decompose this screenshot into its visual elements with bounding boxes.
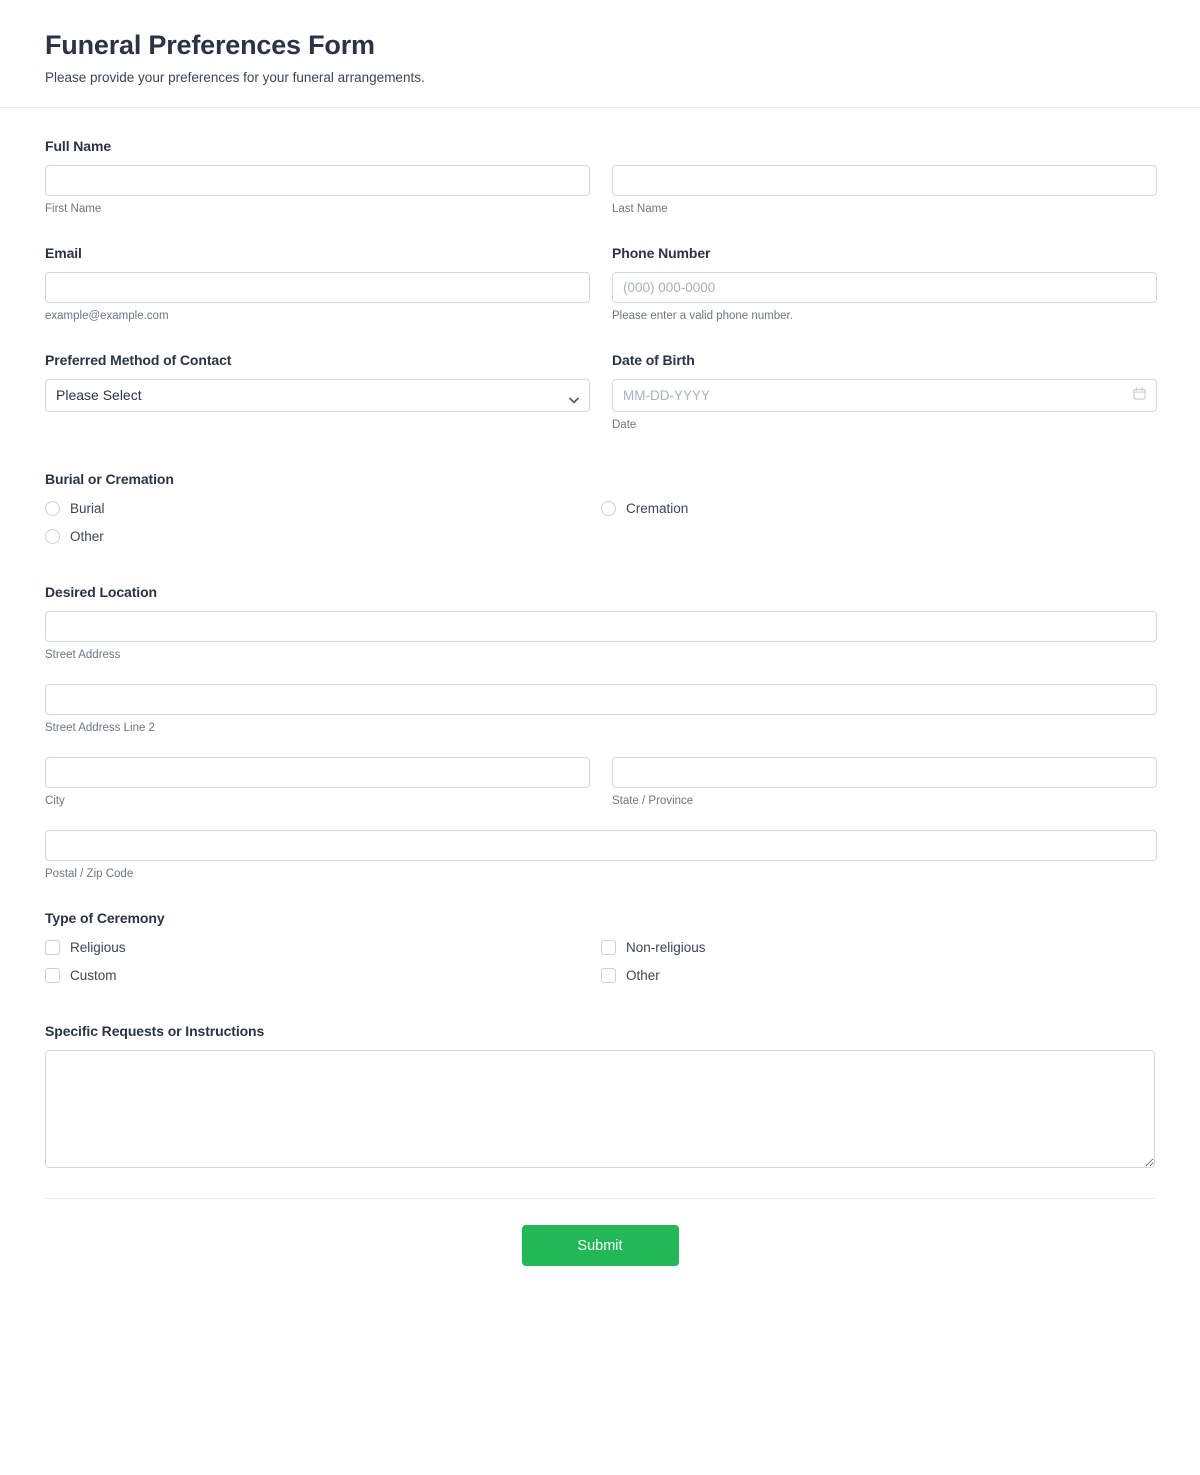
checkbox-label: Non-religious bbox=[626, 939, 706, 955]
checkbox-option-custom[interactable]: Custom bbox=[45, 965, 601, 985]
phone-input[interactable] bbox=[612, 272, 1157, 303]
checkbox-label: Custom bbox=[70, 967, 117, 983]
phone-sublabel: Please enter a valid phone number. bbox=[612, 310, 793, 322]
checkbox-option-non-religious[interactable]: Non-religious bbox=[601, 937, 1157, 957]
checkbox-option-religious[interactable]: Religious bbox=[45, 937, 601, 957]
checkbox-icon[interactable] bbox=[45, 939, 60, 955]
first-name-group: First Name bbox=[45, 165, 590, 215]
field-desired-location: Desired Location Street Address Street A… bbox=[45, 584, 1157, 880]
postal-group: Postal / Zip Code bbox=[45, 830, 1157, 880]
checkbox-label: Religious bbox=[70, 939, 126, 955]
state-group: State / Province bbox=[612, 757, 1157, 807]
radio-option-burial[interactable]: Burial bbox=[45, 498, 601, 518]
date-of-birth-label: Date of Birth bbox=[612, 352, 695, 368]
email-phone-row: Email example@example.com Phone Number P… bbox=[45, 245, 1157, 322]
field-full-name: Full Name First Name Last Name bbox=[45, 138, 1157, 215]
phone-label: Phone Number bbox=[612, 245, 711, 261]
date-of-birth-sublabel: Date bbox=[612, 419, 637, 431]
radio-label: Other bbox=[70, 528, 104, 544]
field-date-of-birth: Date of Birth Date bbox=[612, 352, 1157, 431]
email-label: Email bbox=[45, 245, 82, 261]
field-email: Email example@example.com bbox=[45, 245, 590, 322]
ceremony-type-label: Type of Ceremony bbox=[45, 910, 165, 926]
email-sublabel: example@example.com bbox=[45, 310, 169, 322]
full-name-row: First Name Last Name bbox=[45, 165, 1157, 215]
field-contact-method: Preferred Method of Contact Please Selec… bbox=[45, 352, 590, 431]
specific-requests-label: Specific Requests or Instructions bbox=[45, 1023, 265, 1039]
field-ceremony-type: Type of Ceremony Religious Non-religious… bbox=[45, 910, 1155, 993]
form-header: Funeral Preferences Form Please provide … bbox=[0, 0, 1200, 108]
street-address-group: Street Address bbox=[45, 611, 1157, 661]
radio-icon[interactable] bbox=[601, 500, 616, 516]
field-specific-requests: Specific Requests or Instructions bbox=[45, 1023, 1155, 1168]
field-burial-or-cremation: Burial or Cremation Burial Cremation Oth… bbox=[45, 471, 1155, 554]
contact-method-select[interactable]: Please Select bbox=[45, 379, 590, 412]
submit-button[interactable]: Submit bbox=[521, 1225, 679, 1266]
city-input[interactable] bbox=[45, 757, 590, 788]
checkbox-icon[interactable] bbox=[45, 967, 60, 983]
full-name-label: Full Name bbox=[45, 138, 112, 154]
checkbox-icon[interactable] bbox=[601, 939, 616, 955]
desired-location-label: Desired Location bbox=[45, 584, 157, 600]
postal-code-input[interactable] bbox=[45, 830, 1157, 861]
form-body: Full Name First Name Last Name Email exa… bbox=[0, 108, 1200, 1266]
street-address-sublabel: Street Address bbox=[45, 649, 121, 661]
radio-option-cremation[interactable]: Cremation bbox=[601, 498, 1157, 518]
checkbox-option-other[interactable]: Other bbox=[601, 965, 1157, 985]
state-sublabel: State / Province bbox=[612, 795, 694, 807]
street-address-2-group: Street Address Line 2 bbox=[45, 684, 1157, 734]
field-phone: Phone Number Please enter a valid phone … bbox=[612, 245, 1157, 322]
street-address-2-input[interactable] bbox=[45, 684, 1157, 715]
contact-method-label: Preferred Method of Contact bbox=[45, 352, 232, 368]
specific-requests-textarea[interactable] bbox=[45, 1050, 1155, 1168]
city-group: City bbox=[45, 757, 590, 807]
first-name-input[interactable] bbox=[45, 165, 590, 196]
city-sublabel: City bbox=[45, 795, 65, 807]
postal-code-sublabel: Postal / Zip Code bbox=[45, 868, 134, 880]
form-footer: Submit bbox=[45, 1198, 1155, 1266]
last-name-sublabel: Last Name bbox=[612, 203, 668, 215]
street-address-2-sublabel: Street Address Line 2 bbox=[45, 722, 155, 734]
street-address-input[interactable] bbox=[45, 611, 1157, 642]
state-input[interactable] bbox=[612, 757, 1157, 788]
form-page: Funeral Preferences Form Please provide … bbox=[0, 0, 1200, 1266]
city-state-row: City State / Province bbox=[45, 757, 1157, 807]
ceremony-type-options: Religious Non-religious Custom Other bbox=[45, 937, 1157, 993]
radio-icon[interactable] bbox=[45, 500, 60, 516]
page-subtitle: Please provide your preferences for your… bbox=[45, 70, 425, 85]
checkbox-label: Other bbox=[626, 967, 660, 983]
page-title: Funeral Preferences Form bbox=[45, 30, 375, 60]
last-name-input[interactable] bbox=[612, 165, 1157, 196]
radio-label: Cremation bbox=[626, 500, 689, 516]
burial-or-cremation-options: Burial Cremation Other bbox=[45, 498, 1157, 554]
radio-option-other[interactable]: Other bbox=[45, 526, 601, 546]
date-of-birth-input[interactable] bbox=[612, 379, 1157, 412]
burial-or-cremation-label: Burial or Cremation bbox=[45, 471, 174, 487]
date-of-birth-wrap: Date bbox=[612, 379, 1157, 431]
email-input[interactable] bbox=[45, 272, 590, 303]
contact-method-select-wrap: Please Select bbox=[45, 379, 590, 412]
contact-dob-row: Preferred Method of Contact Please Selec… bbox=[45, 352, 1157, 431]
radio-label: Burial bbox=[70, 500, 105, 516]
last-name-group: Last Name bbox=[612, 165, 1157, 215]
radio-icon[interactable] bbox=[45, 528, 60, 544]
first-name-sublabel: First Name bbox=[45, 203, 102, 215]
checkbox-icon[interactable] bbox=[601, 967, 616, 983]
